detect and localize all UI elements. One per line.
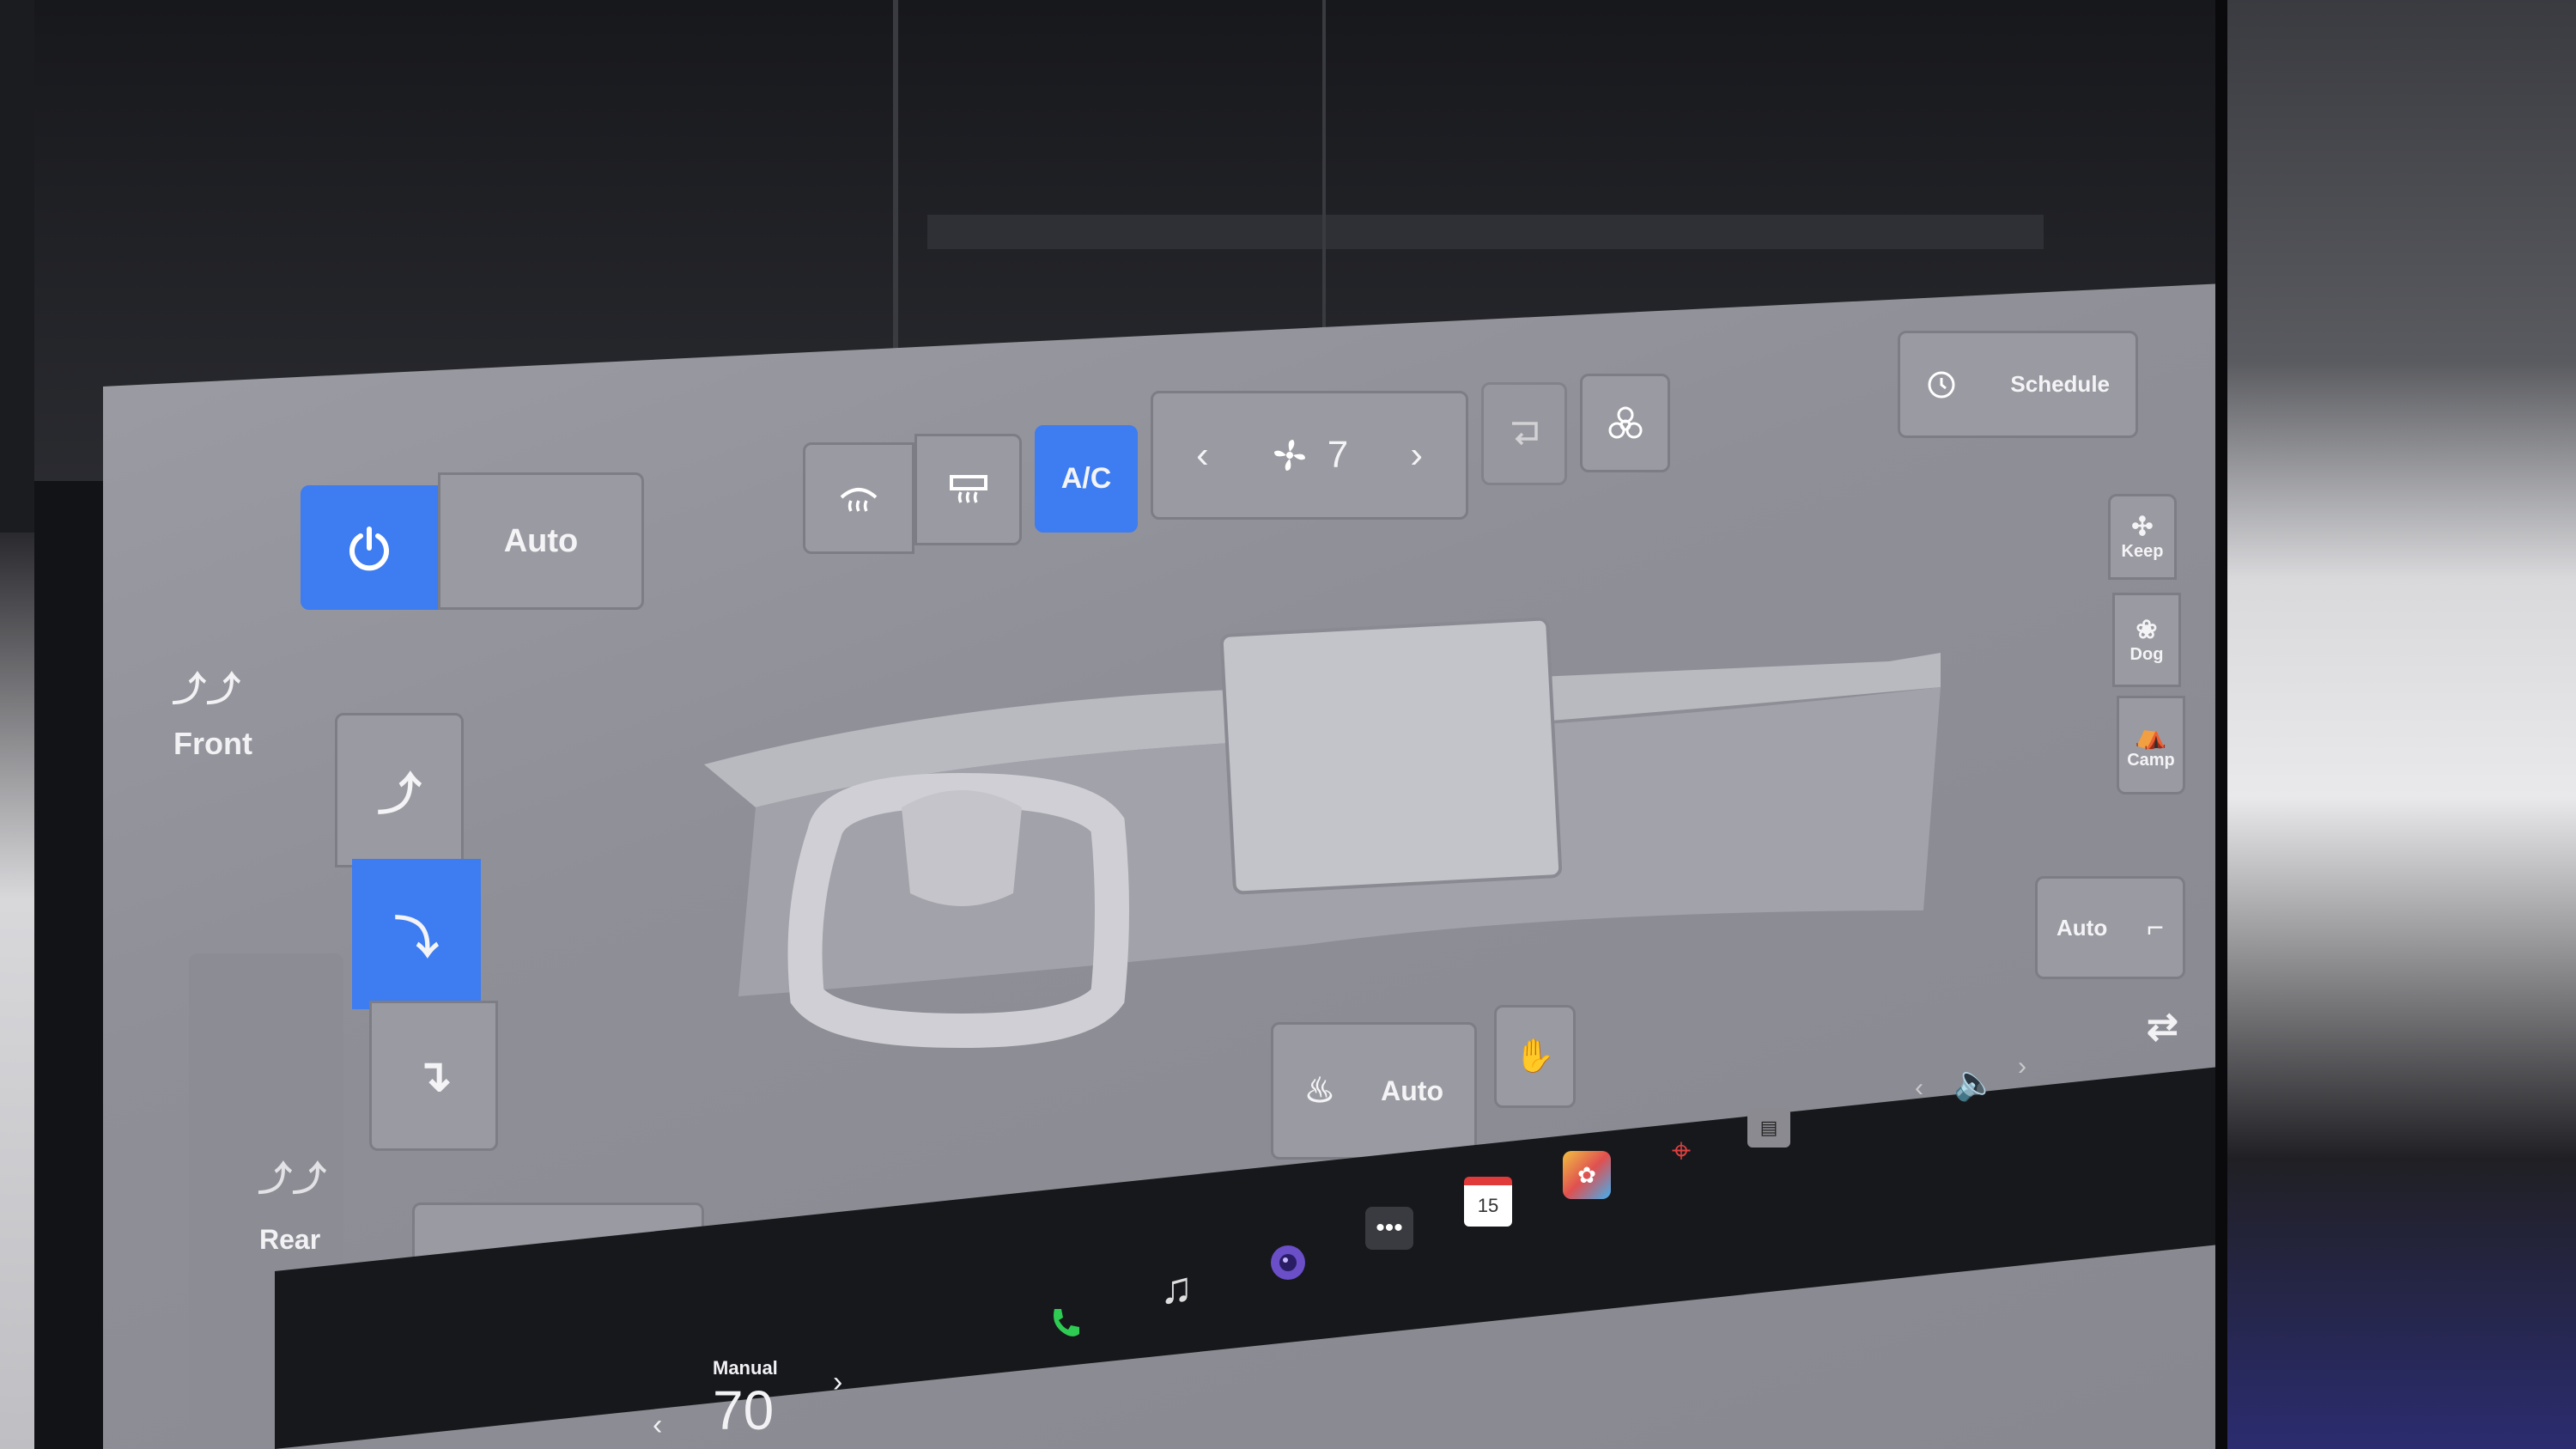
music-button[interactable]: ♫	[1151, 1263, 1202, 1314]
dashcam-button[interactable]: ▤	[1747, 1108, 1790, 1148]
ac-button[interactable]: A/C	[1035, 425, 1138, 533]
map-road	[927, 215, 2044, 249]
volume-increase-button[interactable]: ›	[2018, 1052, 2026, 1081]
vent-face-feet-button[interactable]: ⤵	[352, 859, 481, 1009]
phone-button[interactable]	[1039, 1297, 1091, 1349]
temp-increase-button[interactable]: ›	[833, 1366, 842, 1399]
clock-icon	[1928, 371, 1955, 398]
volume-decrease-button[interactable]: ‹	[1915, 1074, 1923, 1103]
front-airflow-icon: ⤴⤴	[172, 671, 240, 709]
vent-feet-icon: ↴	[415, 1050, 453, 1101]
front-defrost-button[interactable]	[803, 442, 914, 554]
toybox-icon: ✿	[1577, 1161, 1596, 1188]
steering-heater-icon: ♨	[1304, 1072, 1335, 1110]
recirculate-button[interactable]	[1481, 382, 1567, 485]
toybox-button[interactable]: ✿	[1563, 1151, 1611, 1199]
steering-heater-auto-label: Auto	[1381, 1075, 1443, 1106]
temp-mode-label: Manual	[713, 1357, 778, 1379]
arcade-button[interactable]: ⌖	[1657, 1125, 1705, 1177]
hand-icon: ✋	[1514, 1038, 1556, 1075]
biohazard-icon	[1608, 406, 1642, 438]
calendar-button[interactable]: 15	[1464, 1177, 1512, 1227]
fan-increase-button[interactable]: ›	[1410, 434, 1423, 477]
car-interior-right	[2198, 0, 2576, 1449]
dog-mode-label: Dog	[2129, 645, 2164, 664]
zone-rear-label: Rear	[259, 1224, 321, 1255]
climate-auto-button[interactable]: Auto	[438, 472, 644, 610]
vent-face-icon: ⤴	[376, 770, 422, 820]
power-icon	[349, 526, 389, 570]
schedule-button[interactable]: Schedule	[1898, 331, 2138, 438]
rear-defrost-icon	[949, 475, 987, 503]
phone-icon	[1054, 1309, 1079, 1336]
cabin-dashboard-illustration	[704, 617, 1941, 1049]
more-apps-button[interactable]: •••	[1365, 1207, 1413, 1250]
more-icon: •••	[1376, 1214, 1403, 1242]
front-defrost-icon	[840, 488, 878, 512]
keep-fan-icon: ✣	[2131, 513, 2154, 541]
rear-defrost-button[interactable]	[914, 434, 1022, 545]
map-road	[1322, 0, 1326, 344]
power-button[interactable]	[301, 485, 438, 610]
vent-face-button[interactable]: ⤴	[335, 713, 464, 868]
paw-icon: ❀	[2136, 616, 2158, 644]
touchscreen: Auto A/C ‹ 7 › Schedule ⤴⤴ Front ⤴ ⤵ ↴ ⤴…	[34, 0, 2227, 1449]
dashcam-icon: ▤	[1759, 1117, 1778, 1138]
volume-icon: 🔈	[1953, 1063, 1996, 1102]
keep-mode-button[interactable]: ✣ Keep	[2108, 494, 2177, 580]
camera-button[interactable]	[1262, 1237, 1314, 1288]
fan-decrease-button[interactable]: ‹	[1196, 434, 1209, 477]
music-icon: ♫	[1159, 1263, 1194, 1313]
camera-icon	[1271, 1245, 1305, 1280]
cabin-temp-value[interactable]: 70	[713, 1379, 774, 1442]
steering-heater-auto-button[interactable]: ♨ Auto	[1271, 1022, 1477, 1160]
zone-front-label: Front	[173, 726, 252, 761]
vent-face-feet-icon: ⤵	[393, 914, 439, 964]
climate-auto-label: Auto	[503, 522, 579, 559]
fan-speed-value: 7	[1327, 434, 1349, 476]
fan-speed-control: ‹ 7 ›	[1151, 391, 1468, 520]
keep-mode-label: Keep	[2121, 542, 2164, 561]
volume-button[interactable]: 🔈	[1949, 1056, 2001, 1108]
rear-airflow-icon: ⤴⤴	[258, 1160, 326, 1198]
ac-label: A/C	[1060, 462, 1112, 495]
passenger-seat-auto-button[interactable]: Auto ⌐	[2035, 876, 2185, 979]
calendar-day: 15	[1477, 1195, 1499, 1216]
camp-mode-label: Camp	[2127, 750, 2175, 770]
joystick-icon: ⌖	[1671, 1131, 1692, 1170]
temp-decrease-button[interactable]: ‹	[653, 1409, 662, 1442]
tent-icon: ⛺	[2135, 721, 2167, 750]
passenger-seat-auto-label: Auto	[2057, 914, 2108, 941]
vent-feet-button[interactable]: ↴	[369, 1001, 498, 1151]
fan-icon	[1273, 440, 1305, 471]
camp-mode-button[interactable]: ⛺ Camp	[2117, 696, 2185, 795]
recirculate-icon	[1512, 422, 1538, 446]
bioweapon-defense-button[interactable]	[1580, 374, 1670, 472]
schedule-label: Schedule	[2010, 371, 2110, 397]
sync-zones-icon[interactable]: ⇄	[2147, 1005, 2178, 1049]
dog-mode-button[interactable]: ❀ Dog	[2112, 593, 2181, 687]
passenger-seat-icon: ⌐	[2147, 910, 2164, 944]
hand-heater-button[interactable]: ✋	[1494, 1005, 1576, 1108]
